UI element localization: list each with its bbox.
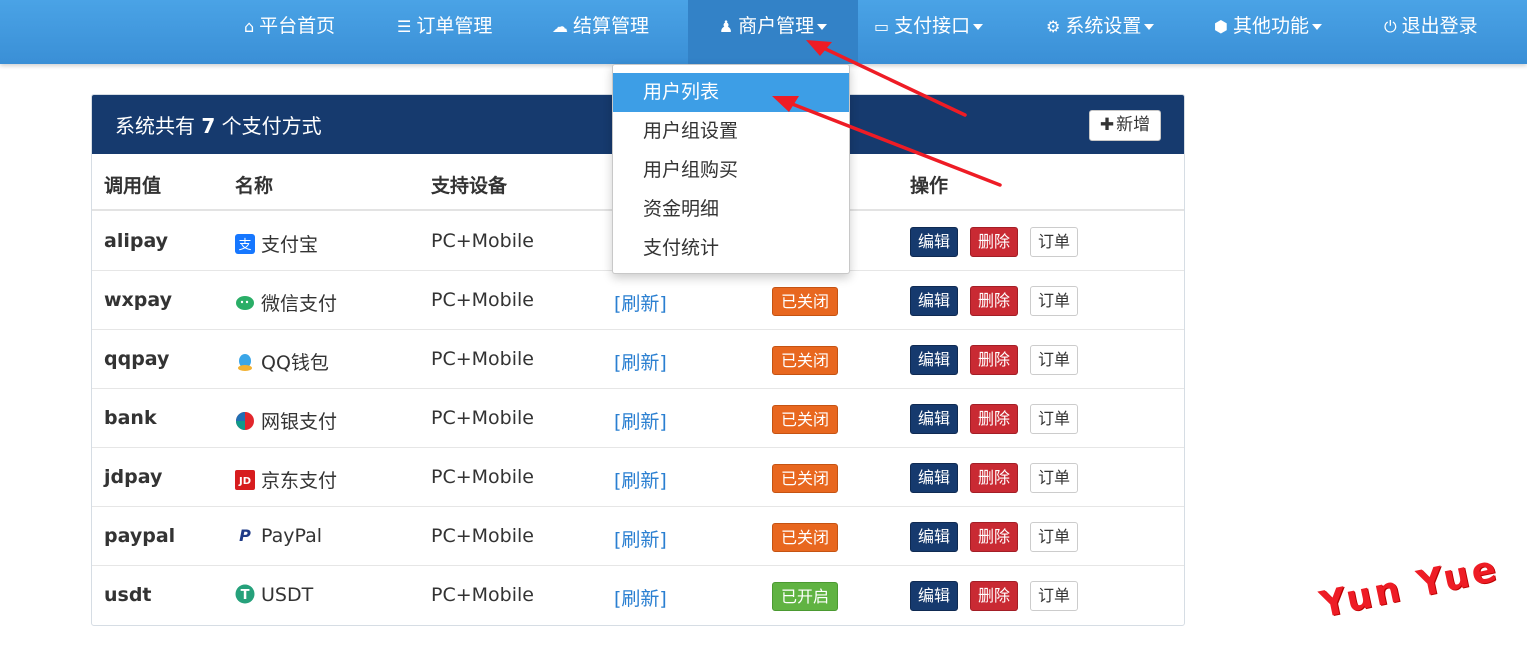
menu-item-group-settings[interactable]: 用户组设置 [613,112,849,151]
wechat-icon [236,296,254,310]
menu-item-funds-detail[interactable]: 资金明细 [613,190,849,229]
card-icon: ▭ [874,17,890,36]
status-badge[interactable]: 已开启 [772,582,839,611]
status-badge[interactable]: 已关闭 [772,346,839,375]
nav-settlement[interactable]: ☁ 结算管理 [546,0,655,52]
table-row: bank 网银支付 PC+Mobile [刷新] 已关闭 编辑 删除 订单 [92,389,1184,448]
delete-button[interactable]: 删除 [970,581,1019,611]
caret-down-icon [817,23,828,30]
table-row: paypal P PayPal PC+Mobile [刷新] 已关闭 编辑 删除 … [92,507,1184,566]
list-icon: ☰ [397,17,412,36]
orders-button[interactable]: 订单 [1030,581,1079,611]
table-row: wxpay 微信支付 PC+Mobile [刷新] 已关闭 编辑 删除 订单 [92,271,1184,330]
menu-item-group-purchase[interactable]: 用户组购买 [613,151,849,190]
payment-count: 7 [201,114,216,138]
header-device: 支持设备 [431,175,508,197]
orders-button[interactable]: 订单 [1030,463,1079,493]
panel-title: 系统共有 7 个支付方式 [115,114,322,138]
refresh-link[interactable]: [刷新] [614,525,667,552]
svg-text:P: P [239,526,251,545]
refresh-link[interactable]: [刷新] [614,348,667,375]
orders-button[interactable]: 订单 [1030,522,1079,552]
table-row: qqpay QQ钱包 PC+Mobile [刷新] 已关闭 编辑 删除 订单 [92,330,1184,389]
menu-item-user-list[interactable]: 用户列表 [613,73,849,112]
nav-orders[interactable]: ☰ 订单管理 [391,0,498,52]
edit-button[interactable]: 编辑 [910,227,959,257]
edit-button[interactable]: 编辑 [910,581,959,611]
nav-logout[interactable]: ⏻ 退出登录 [1378,0,1484,52]
delete-button[interactable]: 删除 [970,463,1019,493]
edit-button[interactable]: 编辑 [910,345,959,375]
svg-text:T: T [241,588,250,603]
delete-button[interactable]: 删除 [970,404,1019,434]
refresh-link[interactable]: [刷新] [614,466,667,493]
plus-icon: ✚ [1099,115,1115,135]
cloud-icon: ☁ [552,17,568,36]
table-row: jdpay JD 京东支付 PC+Mobile [刷新] 已关闭 编辑 删除 订单 [92,448,1184,507]
nav-payment-api[interactable]: ▭ 支付接口 [868,0,989,52]
refresh-link[interactable]: [刷新] [614,289,667,316]
nav-other[interactable]: ⬢ 其他功能 [1208,0,1328,52]
status-badge[interactable]: 已关闭 [772,464,839,493]
merchant-dropdown-menu: 用户列表 用户组设置 用户组购买 资金明细 支付统计 [612,64,850,274]
user-icon: ♟ [718,17,734,36]
orders-button[interactable]: 订单 [1030,345,1079,375]
table-row: usdt T USDT PC+Mobile [刷新] 已开启 编辑 删除 订单 [92,566,1184,625]
nav-merchants[interactable]: ♟ 商户管理 [688,0,858,64]
nav-home[interactable]: ⌂ 平台首页 [238,0,341,52]
header-code: 调用值 [104,175,162,197]
edit-button[interactable]: 编辑 [910,286,959,316]
add-button[interactable]: ✚ 新增 [1089,110,1161,141]
power-icon: ⏻ [1384,17,1397,36]
qq-icon [238,354,252,371]
header-name: 名称 [235,175,274,197]
gear-icon: ⚙ [1046,17,1061,36]
caret-down-icon [973,23,984,30]
home-icon: ⌂ [244,17,255,36]
edit-button[interactable]: 编辑 [910,522,959,552]
paypal-icon: P [239,526,251,545]
jd-icon: JD [235,470,255,490]
status-badge[interactable]: 已关闭 [772,287,839,316]
delete-button[interactable]: 删除 [970,227,1019,257]
edit-button[interactable]: 编辑 [910,463,959,493]
status-badge[interactable]: 已关闭 [772,523,839,552]
edit-button[interactable]: 编辑 [910,404,959,434]
refresh-link[interactable]: [刷新] [614,584,667,611]
caret-down-icon [1144,23,1155,30]
orders-button[interactable]: 订单 [1030,404,1079,434]
svg-text:支: 支 [238,238,251,253]
delete-button[interactable]: 删除 [970,345,1019,375]
delete-button[interactable]: 删除 [970,522,1019,552]
svg-text:JD: JD [238,476,251,487]
top-navbar: ⌂ 平台首页 ☰ 订单管理 ☁ 结算管理 ♟ 商户管理 ▭ 支付接口 ⚙ 系统设置 ⬢ 其他功… [0,0,1527,64]
refresh-link[interactable]: [刷新] [614,407,667,434]
nav-system-settings[interactable]: ⚙ 系统设置 [1040,0,1160,52]
unionpay-icon [236,412,254,430]
orders-button[interactable]: 订单 [1030,227,1079,257]
header-actions: 操作 [910,175,949,197]
menu-item-payment-stats[interactable]: 支付统计 [613,229,849,268]
status-badge[interactable]: 已关闭 [772,405,839,434]
cube-icon: ⬢ [1214,17,1228,36]
caret-down-icon [1311,23,1322,30]
alipay-icon: 支 [235,234,255,254]
tether-icon: T [235,584,255,604]
delete-button[interactable]: 删除 [970,286,1019,316]
watermark-text: Yun Yue [1316,548,1503,626]
orders-button[interactable]: 订单 [1030,286,1079,316]
